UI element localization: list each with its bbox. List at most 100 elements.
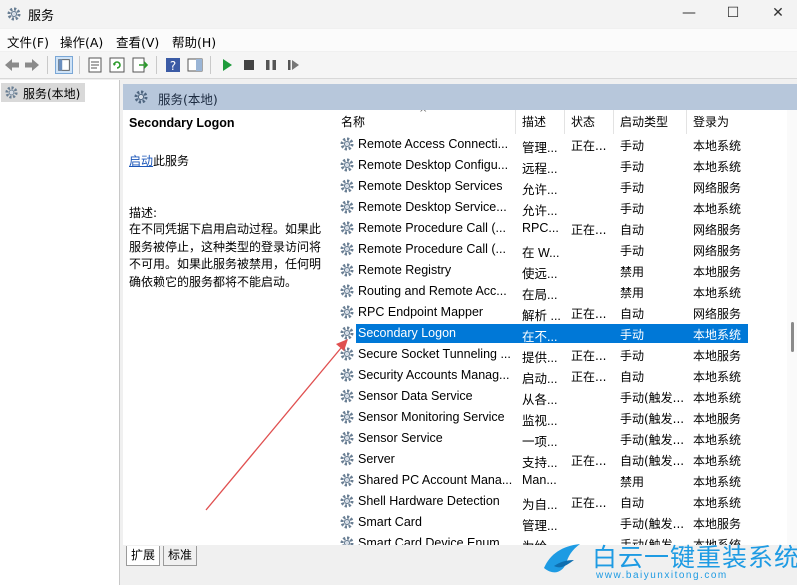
service-row[interactable]: Routing and Remote Acc... 在局... 禁用 本地系统: [329, 281, 787, 302]
service-description: 远程...: [522, 162, 558, 176]
service-description: RPC...: [522, 221, 559, 235]
minimize-button[interactable]: —: [666, 0, 712, 28]
service-startup-type: 自动: [620, 370, 645, 384]
show-hide-tree-icon[interactable]: [55, 56, 73, 74]
start-service-icon[interactable]: [218, 56, 236, 74]
service-startup-type: 手动: [620, 244, 645, 258]
service-name: Remote Desktop Service...: [358, 200, 507, 214]
site-watermark: 白云一键重装系统 www.baiyunxitong.com: [540, 538, 797, 585]
service-status: 正在...: [571, 454, 607, 468]
scrollbar-thumb[interactable]: [791, 322, 794, 352]
menu-view[interactable]: 查看(V): [116, 32, 159, 51]
column-header-startup-type[interactable]: 启动类型: [614, 110, 687, 134]
service-logon-as: 本地系统: [693, 475, 742, 489]
service-description: 使远...: [522, 267, 558, 281]
maximize-button[interactable]: ☐: [710, 0, 756, 28]
service-gear-icon: [340, 368, 354, 382]
watermark-text: 白云一键重装系统: [592, 543, 797, 572]
service-name: Sensor Monitoring Service: [358, 410, 505, 424]
service-startup-type: 禁用: [620, 475, 645, 489]
service-description: 管理...: [522, 141, 558, 155]
back-arrow-icon[interactable]: [3, 56, 21, 74]
services-gear-icon: [134, 90, 148, 104]
watermark-url: www.baiyunxitong.com: [596, 570, 728, 581]
selected-service-name: Secondary Logon: [129, 116, 235, 130]
tab-standard[interactable]: 标准: [163, 546, 198, 566]
service-row[interactable]: Shell Hardware Detection 为自... 正在... 自动 本地系统: [329, 491, 787, 512]
service-name: Server: [358, 452, 395, 466]
service-name: Secure Socket Tunneling ...: [358, 347, 511, 361]
service-startup-type: 手动: [620, 328, 645, 342]
service-row[interactable]: Remote Registry 使远... 禁用 本地服务: [329, 260, 787, 281]
service-gear-icon: [340, 347, 354, 361]
service-name: Remote Registry: [358, 263, 452, 277]
service-row[interactable]: Security Accounts Manag... 启动... 正在... 自动 本地…: [329, 365, 787, 386]
column-header-logon-as[interactable]: 登录为: [687, 110, 787, 134]
start-service-suffix: 此服务: [153, 154, 190, 168]
service-row[interactable]: Remote Desktop Services 允许... 手动 网络服务: [329, 176, 787, 197]
service-row[interactable]: Secondary Logon 在不... 手动 本地系统: [329, 323, 787, 344]
service-name: Sensor Data Service: [358, 389, 473, 403]
service-row[interactable]: Sensor Data Service 从各... 手动(触发... 本地系统: [329, 386, 787, 407]
service-row[interactable]: Sensor Service 一项... 手动(触发... 本地系统: [329, 428, 787, 449]
service-row[interactable]: Server 支持... 正在... 自动(触发... 本地系统: [329, 449, 787, 470]
service-gear-icon: [340, 473, 354, 487]
start-service-link[interactable]: 启动: [129, 154, 153, 168]
window-title: 服务: [28, 9, 55, 24]
menu-action[interactable]: 操作(A): [60, 32, 103, 51]
toolbar-separator: [210, 56, 211, 74]
service-logon-as: 网络服务: [693, 223, 742, 237]
service-row[interactable]: Shared PC Account Mana... Man... 禁用 本地系统: [329, 470, 787, 491]
service-name: Remote Procedure Call (...: [358, 221, 506, 235]
service-row[interactable]: Remote Procedure Call (... 在 W... 手动 网络服务: [329, 239, 787, 260]
menu-bar: 文件(F) 操作(A) 查看(V) 帮助(H): [0, 29, 797, 51]
export-list-icon[interactable]: [131, 56, 149, 74]
service-gear-icon: [340, 410, 354, 424]
toolbar-separator: [156, 56, 157, 74]
show-action-pane-icon[interactable]: [186, 56, 204, 74]
service-logon-as: 本地系统: [693, 139, 742, 153]
service-startup-type: 手动: [620, 139, 645, 153]
service-row[interactable]: Remote Desktop Configu... 远程... 手动 本地系统: [329, 155, 787, 176]
refresh-icon[interactable]: [108, 56, 126, 74]
description-text: 在不同凭据下启用启动过程。如果此服务被停止，这种类型的登录访问将不可用。如果此服…: [129, 222, 322, 289]
service-logon-as: 本地系统: [693, 433, 742, 447]
properties-icon[interactable]: [86, 56, 104, 74]
service-gear-icon: [340, 326, 354, 340]
column-header-description[interactable]: 描述: [516, 110, 565, 134]
service-gear-icon: [340, 221, 354, 235]
menu-file[interactable]: 文件(F): [7, 32, 49, 51]
tree-item-services-local[interactable]: 服务(本地): [1, 83, 85, 102]
menu-help[interactable]: 帮助(H): [172, 32, 216, 51]
stop-service-icon[interactable]: [240, 56, 258, 74]
service-row[interactable]: Smart Card 管理... 手动(触发... 本地服务: [329, 512, 787, 533]
service-logon-as: 网络服务: [693, 181, 742, 195]
service-name: Remote Desktop Configu...: [358, 158, 509, 172]
service-row[interactable]: Remote Access Connecti... 管理... 正在... 手动 本地系…: [329, 134, 787, 155]
vertical-scrollbar[interactable]: [787, 110, 797, 545]
svg-text:?: ?: [170, 59, 176, 73]
help-icon[interactable]: ?: [164, 56, 182, 74]
service-logon-as: 本地系统: [693, 496, 742, 510]
restart-service-icon[interactable]: [284, 56, 302, 74]
service-row[interactable]: Secure Socket Tunneling ... 提供... 正在... 手动 本…: [329, 344, 787, 365]
service-startup-type: 手动(触发...: [620, 412, 685, 426]
column-header-label: 登录为: [693, 115, 730, 129]
service-startup-type: 手动: [620, 181, 645, 195]
service-row[interactable]: Remote Procedure Call (... RPC... 正在... 自动 网…: [329, 218, 787, 239]
service-row[interactable]: RPC Endpoint Mapper 解析 ... 正在... 自动 网络服务: [329, 302, 787, 323]
service-row[interactable]: Remote Desktop Service... 允许... 手动 本地系统: [329, 197, 787, 218]
forward-arrow-icon[interactable]: [23, 56, 41, 74]
tab-extended[interactable]: 扩展: [126, 546, 161, 566]
service-startup-type: 手动: [620, 160, 645, 174]
panel-header: 服务(本地): [123, 84, 797, 110]
service-description: 管理...: [522, 519, 558, 533]
service-status: 正在...: [571, 223, 607, 237]
pause-service-icon[interactable]: [262, 56, 280, 74]
close-button[interactable]: ✕: [755, 0, 797, 28]
service-logon-as: 本地服务: [693, 517, 742, 531]
service-row[interactable]: Sensor Monitoring Service 监视... 手动(触发... 本地…: [329, 407, 787, 428]
column-header-status[interactable]: 状态: [565, 110, 614, 134]
service-status: 正在...: [571, 496, 607, 510]
column-header-name[interactable]: ^ 名称: [329, 110, 516, 134]
